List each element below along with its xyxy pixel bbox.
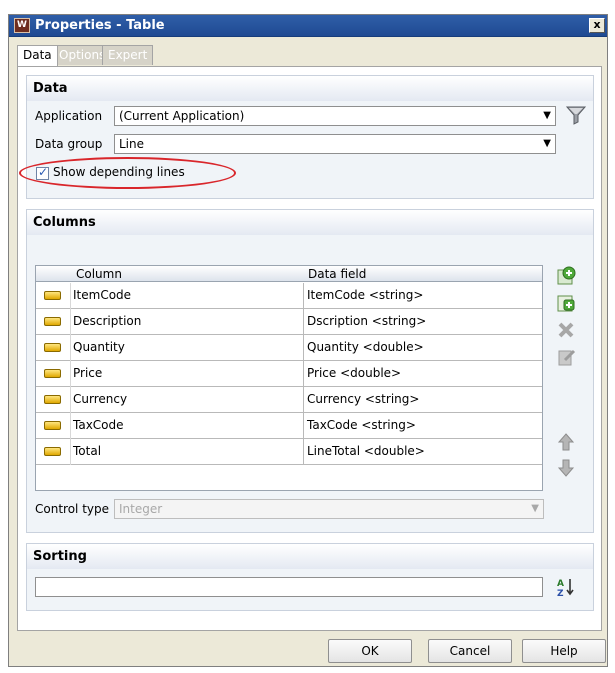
data-field: ItemCode <string> bbox=[307, 288, 424, 302]
column-row-icon bbox=[44, 343, 61, 352]
tab-panel: Data Application (Current Application) ▼… bbox=[17, 66, 602, 631]
column-name: Price bbox=[73, 366, 103, 380]
filter-icon[interactable] bbox=[564, 104, 588, 126]
sorting-section-title: Sorting bbox=[33, 549, 87, 564]
window-title: Properties - Table bbox=[35, 18, 165, 33]
data-field: Currency <string> bbox=[307, 392, 420, 406]
help-button[interactable]: Help bbox=[522, 639, 606, 663]
tab-expert[interactable]: Expert bbox=[102, 45, 154, 65]
table-row[interactable]: TaxCode TaxCode <string> bbox=[36, 413, 542, 439]
table-row[interactable]: Price Price <double> bbox=[36, 361, 542, 387]
close-button[interactable]: x bbox=[589, 18, 605, 33]
column-row-icon bbox=[44, 447, 61, 456]
data-field: Dscription <string> bbox=[307, 314, 427, 328]
sort-az-icon[interactable]: A Z bbox=[555, 576, 577, 599]
chevron-down-icon: ▼ bbox=[543, 110, 551, 121]
properties-dialog: W Properties - Table x Data Options Expe… bbox=[8, 14, 608, 667]
sorting-section: A Z bbox=[26, 569, 594, 611]
ok-button[interactable]: OK bbox=[328, 639, 412, 663]
data-field: LineTotal <double> bbox=[307, 444, 425, 458]
data-section-title: Data bbox=[33, 81, 68, 96]
show-depending-checkbox[interactable] bbox=[36, 165, 49, 180]
application-value: (Current Application) bbox=[119, 109, 245, 123]
add-column-icon[interactable] bbox=[555, 265, 577, 287]
table-row[interactable]: ItemCode ItemCode <string> bbox=[36, 283, 542, 309]
title-bar: W Properties - Table x bbox=[9, 15, 607, 37]
column-header: Column bbox=[76, 267, 122, 281]
move-up-icon[interactable] bbox=[555, 431, 577, 453]
cancel-button[interactable]: Cancel bbox=[428, 639, 512, 663]
show-depending-label[interactable]: Show depending lines bbox=[53, 165, 185, 179]
columns-table: Column Data field ItemCode ItemCode <str… bbox=[35, 265, 543, 491]
application-select[interactable]: (Current Application) ▼ bbox=[114, 106, 556, 126]
data-section-header: Data bbox=[26, 75, 594, 101]
tab-data[interactable]: Data bbox=[17, 45, 58, 66]
column-row-icon bbox=[44, 317, 61, 326]
data-group-select[interactable]: Line ▼ bbox=[114, 134, 556, 154]
control-type-select[interactable]: Integer ▼ bbox=[114, 499, 544, 519]
columns-section: Column Data field ItemCode ItemCode <str… bbox=[26, 235, 594, 533]
columns-section-title: Columns bbox=[33, 215, 96, 230]
column-row-icon bbox=[44, 395, 61, 404]
application-label: Application bbox=[35, 109, 103, 123]
data-field: TaxCode <string> bbox=[307, 418, 416, 432]
data-field: Price <double> bbox=[307, 366, 402, 380]
move-down-icon[interactable] bbox=[555, 457, 577, 479]
column-row-icon bbox=[44, 369, 61, 378]
column-name: Quantity bbox=[73, 340, 125, 354]
control-type-value: Integer bbox=[119, 502, 163, 516]
add-field-icon[interactable] bbox=[555, 292, 577, 314]
sorting-field[interactable] bbox=[35, 577, 543, 597]
app-icon: W bbox=[14, 18, 30, 33]
svg-text:A: A bbox=[557, 579, 564, 589]
data-group-value: Line bbox=[119, 137, 145, 151]
table-row[interactable]: Total LineTotal <double> bbox=[36, 439, 542, 465]
data-field: Quantity <double> bbox=[307, 340, 424, 354]
column-row-icon bbox=[44, 291, 61, 300]
table-row[interactable]: Quantity Quantity <double> bbox=[36, 335, 542, 361]
chevron-down-icon: ▼ bbox=[543, 138, 551, 149]
data-group-label: Data group bbox=[35, 137, 103, 151]
data-section: Application (Current Application) ▼ Data… bbox=[19, 101, 594, 199]
column-name: ItemCode bbox=[73, 288, 132, 302]
delete-icon[interactable] bbox=[555, 319, 577, 341]
column-name: Total bbox=[73, 444, 102, 458]
sorting-section-header: Sorting bbox=[26, 543, 594, 569]
table-row[interactable]: Currency Currency <string> bbox=[36, 387, 542, 413]
chevron-down-icon: ▼ bbox=[531, 503, 539, 514]
column-name: TaxCode bbox=[73, 418, 124, 432]
svg-text:Z: Z bbox=[557, 589, 564, 598]
table-header: Column Data field bbox=[36, 266, 542, 282]
columns-section-header: Columns bbox=[26, 209, 594, 235]
column-row-icon bbox=[44, 421, 61, 430]
control-type-label: Control type bbox=[35, 502, 109, 516]
table-row[interactable]: Description Dscription <string> bbox=[36, 309, 542, 335]
column-name: Description bbox=[73, 314, 142, 328]
column-name: Currency bbox=[73, 392, 128, 406]
data-field-header: Data field bbox=[308, 267, 367, 281]
edit-icon[interactable] bbox=[555, 346, 577, 368]
